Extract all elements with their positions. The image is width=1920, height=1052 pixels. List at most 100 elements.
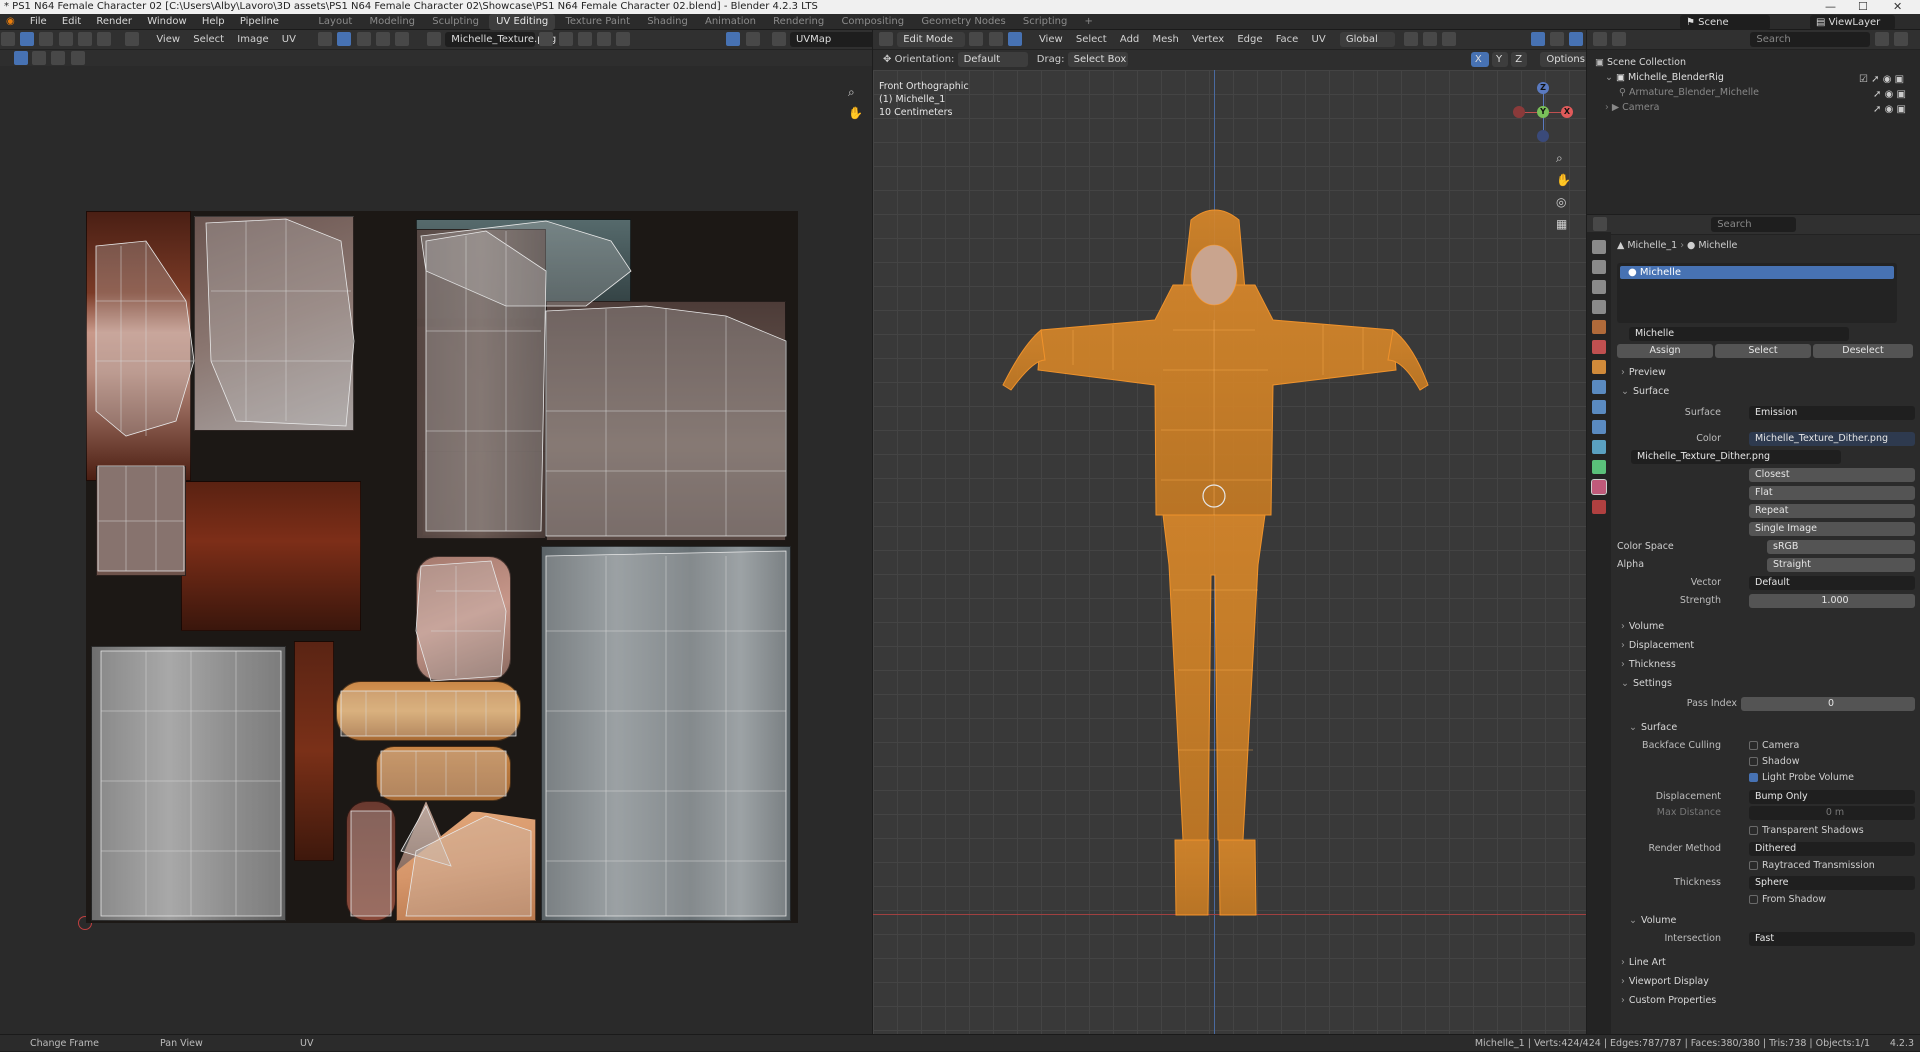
strength-field[interactable]: 1.000 <box>1749 594 1915 608</box>
section-custom-properties[interactable]: › Custom Properties <box>1611 992 1917 1009</box>
properties-editor-type-icon[interactable] <box>1593 217 1607 231</box>
world-tab-icon[interactable] <box>1592 340 1606 354</box>
proportional-edit-icon[interactable] <box>375 32 390 46</box>
scene-collection-row[interactable]: ▣ Scene Collection <box>1595 55 1686 70</box>
render-method-dropdown[interactable]: Dithered <box>1749 842 1915 856</box>
edge-select-icon[interactable] <box>58 32 73 46</box>
editor-type-icon[interactable] <box>1 32 15 46</box>
eye-icon[interactable]: ◉ <box>1885 104 1894 115</box>
image-name-field[interactable]: Michelle_Texture_Dither.png <box>1631 450 1841 464</box>
uv-menu-select[interactable]: Select <box>188 30 229 49</box>
filter-icon[interactable] <box>1874 32 1889 46</box>
section-settings[interactable]: ⌄ Settings <box>1611 675 1917 692</box>
display-mode-icon[interactable] <box>1612 32 1627 46</box>
add-workspace-button[interactable]: + <box>1078 14 1100 30</box>
from-shadow-checkbox[interactable]: From Shadow <box>1749 892 1826 908</box>
section-viewport-display[interactable]: › Viewport Display <box>1611 973 1917 990</box>
new-image-icon[interactable] <box>558 32 573 46</box>
menu-pipeline[interactable]: Pipeline <box>234 14 285 30</box>
outliner-editor-type-icon[interactable] <box>1593 32 1607 46</box>
section-preview[interactable]: › Preview <box>1611 364 1917 381</box>
modifier-tab-icon[interactable] <box>1592 380 1606 394</box>
physics-tab-icon[interactable] <box>1592 420 1606 434</box>
select-mode-extend-icon[interactable] <box>51 50 66 65</box>
texture-tab-icon[interactable] <box>1592 500 1606 514</box>
alpha-dropdown[interactable]: Straight <box>1767 558 1915 572</box>
falloff-icon[interactable] <box>394 32 409 46</box>
menu-render[interactable]: Render <box>90 14 138 30</box>
light-probe-checkbox[interactable]: Light Probe Volume <box>1749 770 1854 786</box>
source-dropdown[interactable]: Single Image <box>1749 522 1915 536</box>
thickness-dropdown[interactable]: Sphere <box>1749 876 1915 890</box>
tool-tab-icon[interactable] <box>1592 240 1606 254</box>
uvmap-field[interactable]: UVMap <box>789 31 872 47</box>
open-image-icon[interactable] <box>577 32 592 46</box>
uv-texture-image[interactable] <box>86 211 798 923</box>
select-toggle-icon[interactable]: ➚ <box>1871 74 1879 85</box>
object-tab-icon[interactable] <box>1592 360 1606 374</box>
tab-geometry-nodes[interactable]: Geometry Nodes <box>914 14 1012 30</box>
fake-user-icon[interactable] <box>539 32 554 46</box>
menu-edit[interactable]: Edit <box>56 14 87 30</box>
uv-menu-uv[interactable]: UV <box>277 30 301 49</box>
select-tool-icon[interactable] <box>14 51 28 65</box>
outliner-item-camera[interactable]: › ▶ Camera <box>1605 100 1659 115</box>
select-mode-subtract-icon[interactable] <box>70 50 85 65</box>
section-surface[interactable]: ⌄ Surface <box>1611 383 1917 400</box>
tab-rendering[interactable]: Rendering <box>766 14 831 30</box>
tab-animation[interactable]: Animation <box>698 14 763 30</box>
eye-icon[interactable]: ◉ <box>1885 89 1894 100</box>
tab-sculpting[interactable]: Sculpting <box>425 14 486 30</box>
data-tab-icon[interactable] <box>1592 460 1606 474</box>
deselect-button[interactable]: Deselect <box>1813 344 1913 358</box>
tab-modeling[interactable]: Modeling <box>363 14 423 30</box>
pin-icon[interactable] <box>616 32 631 46</box>
select-mode-new-icon[interactable] <box>32 50 47 65</box>
outliner-item-rig[interactable]: ⌄ ▣ Michelle_BlenderRig <box>1605 70 1724 85</box>
pivot-icon[interactable] <box>318 32 333 46</box>
view-layer-tab-icon[interactable] <box>1592 300 1606 314</box>
uv-menu-image[interactable]: Image <box>232 30 273 49</box>
surface-shader-field[interactable]: Emission <box>1749 406 1915 420</box>
face-select-icon[interactable] <box>77 32 92 46</box>
island-select-icon[interactable] <box>96 32 111 46</box>
output-tab-icon[interactable] <box>1592 280 1606 294</box>
maximize-icon[interactable]: ☐ <box>1858 0 1868 14</box>
minimize-icon[interactable]: — <box>1825 0 1836 14</box>
sync-selection-icon[interactable] <box>20 32 35 46</box>
zoom-icon[interactable]: ⌕ <box>848 85 855 100</box>
intersection-dropdown[interactable]: Fast <box>1749 932 1915 946</box>
render-toggle-icon[interactable]: ▣ <box>1895 74 1904 85</box>
transparent-shadows-checkbox[interactable]: Transparent Shadows <box>1749 823 1864 839</box>
outliner-item-armature[interactable]: ⚲ Armature_Blender_Michelle <box>1619 85 1759 100</box>
section-thickness[interactable]: › Thickness <box>1611 656 1917 673</box>
tab-texture-paint[interactable]: Texture Paint <box>558 14 637 30</box>
unlink-image-icon[interactable] <box>597 32 612 46</box>
3d-viewport[interactable]: Edit Mode View Select Add Mesh Vertex Ed… <box>873 30 1586 1034</box>
color-texture-field[interactable]: Michelle_Texture_Dither.png <box>1749 432 1915 446</box>
backface-shadow-checkbox[interactable]: Shadow <box>1749 754 1800 770</box>
scene-tab-icon[interactable] <box>1592 320 1606 334</box>
exclude-checkbox[interactable]: ☑ <box>1859 74 1868 85</box>
tab-compositing[interactable]: Compositing <box>834 14 911 30</box>
snap-target-icon[interactable] <box>356 32 371 46</box>
vector-field[interactable]: Default <box>1749 576 1915 590</box>
uv-sculpt-icon[interactable] <box>726 32 741 46</box>
constraints-tab-icon[interactable] <box>1592 440 1606 454</box>
raytraced-checkbox[interactable]: Raytraced Transmission <box>1749 858 1875 874</box>
section-volume[interactable]: › Volume <box>1611 618 1917 635</box>
assign-button[interactable]: Assign <box>1617 344 1713 358</box>
close-icon[interactable]: ✕ <box>1893 0 1902 14</box>
section-displacement[interactable]: › Displacement <box>1611 637 1917 654</box>
material-slots-list[interactable]: ● Michelle <box>1617 263 1897 323</box>
material-slot-item[interactable]: ● Michelle <box>1620 266 1894 279</box>
new-collection-icon[interactable] <box>1893 32 1908 46</box>
extension-dropdown[interactable]: Repeat <box>1749 504 1915 518</box>
snap-icon[interactable] <box>337 32 352 46</box>
tab-shading[interactable]: Shading <box>640 14 695 30</box>
tab-scripting[interactable]: Scripting <box>1016 14 1074 30</box>
menu-file[interactable]: File <box>24 14 53 30</box>
particles-tab-icon[interactable] <box>1592 400 1606 414</box>
color-space-dropdown[interactable]: sRGB <box>1767 540 1915 554</box>
uvmap-icon[interactable] <box>771 32 786 46</box>
